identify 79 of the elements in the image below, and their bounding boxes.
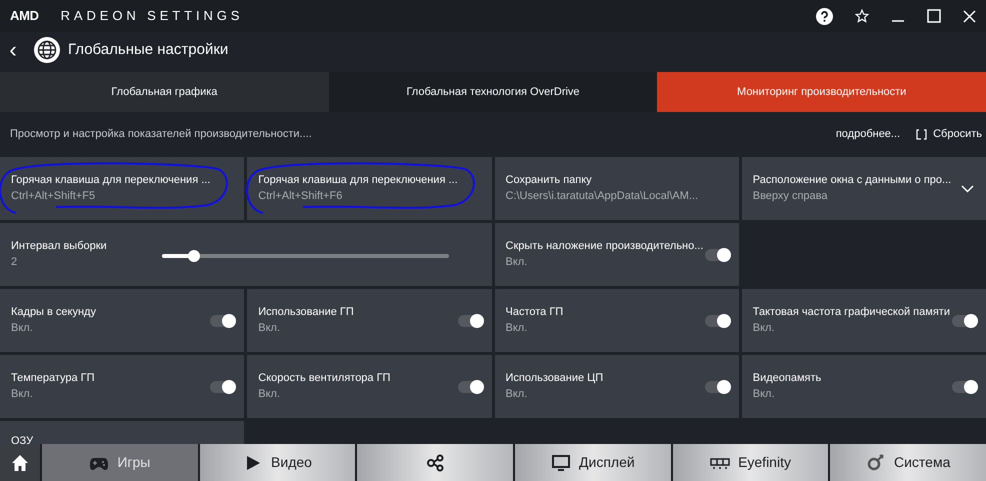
maximize-icon[interactable] — [927, 9, 941, 23]
reset-button[interactable]: Сбросить — [916, 126, 982, 143]
tile-value: Вкл. — [258, 321, 280, 336]
monitor-icon — [551, 452, 572, 472]
globe-icon — [34, 37, 60, 63]
toggle-switch[interactable] — [952, 314, 976, 326]
nav-button[interactable]: Eyefinity — [672, 444, 828, 481]
tile-label: Тактовая частота графической памяти — [752, 305, 950, 320]
toggle-switch[interactable] — [704, 314, 729, 326]
nodes-icon — [425, 452, 446, 472]
tile-value: Вкл. — [506, 321, 528, 336]
tile-label: Интервал выборки — [11, 239, 107, 254]
chevron-down-icon[interactable] — [961, 184, 974, 192]
tile-value: 2 — [11, 255, 18, 270]
tile-label: Видеопамять — [752, 371, 822, 386]
settings-tile[interactable]: Сохранить папку C:\Users\i.taratuta\AppData\Local\AM... — [494, 157, 739, 220]
nav-button[interactable] — [357, 444, 514, 481]
tile-value: Вкл. — [752, 387, 774, 402]
settings-tile[interactable]: Скорость вентилятора ГП Вкл. — [247, 355, 492, 418]
settings-tile[interactable]: Расположение окна с данными о про... Вверху справа — [742, 157, 986, 220]
tile-label: Температура ГП — [11, 371, 95, 386]
nav-button[interactable]: Игры — [42, 444, 198, 481]
toggle-switch[interactable] — [704, 380, 729, 392]
tile-value: Ctrl+Alt+Shift+F5 — [11, 189, 96, 204]
tile-label: ОЗУ — [11, 434, 34, 444]
nav-button[interactable]: Дисплей — [515, 444, 671, 481]
settings-tile[interactable]: Горячая клавиша для переключения ... Ctrl+Alt+Shift+F6 — [247, 157, 492, 220]
settings-tile[interactable]: Горячая клавиша для переключения ... Ctrl+Alt+Shift+F5 — [0, 157, 244, 220]
tile-value: Вкл. — [506, 255, 528, 270]
star-icon[interactable] — [855, 9, 869, 23]
tile-value: Вкл. — [258, 387, 280, 402]
tile-value: Вкл. — [506, 387, 528, 402]
tab[interactable]: Мониторинг производительности — [657, 72, 986, 112]
settings-tile[interactable]: Частота ГП Вкл. — [494, 289, 739, 352]
tile-value: Вкл. — [11, 321, 33, 336]
settings-tile[interactable]: Тактовая частота графической памяти Вкл. — [742, 289, 986, 352]
brand-logo: AMD — [10, 7, 39, 26]
settings-tile[interactable]: Использование ГП Вкл. — [247, 289, 492, 352]
slider-thumb[interactable] — [188, 250, 200, 262]
tab[interactable]: Глобальная графика — [0, 72, 329, 112]
tile-label: Использование ГП — [258, 305, 354, 320]
page-title: Глобальные настройки — [68, 40, 228, 60]
tile-label: Расположение окна с данными о про... — [752, 173, 952, 188]
settings-tile[interactable]: Интервал выборки 2 — [0, 223, 492, 286]
help-icon[interactable] — [816, 8, 833, 24]
settings-tile[interactable]: Кадры в секунду Вкл. — [0, 289, 244, 352]
tile-label: Горячая клавиша для переключения ... — [258, 173, 458, 188]
tile-value: Вкл. — [752, 321, 774, 336]
tile-label: Частота ГП — [506, 305, 564, 320]
nav-button[interactable]: Система — [830, 444, 986, 481]
nav-button[interactable]: Видео — [200, 444, 356, 481]
close-icon[interactable] — [963, 10, 976, 22]
nav-button[interactable] — [0, 444, 40, 481]
settings-tile[interactable]: Видеопамять Вкл. — [742, 355, 986, 418]
tile-value: Вверху справа — [752, 189, 828, 204]
toggle-switch[interactable] — [952, 380, 976, 392]
toggle-switch[interactable] — [458, 380, 482, 392]
tile-value: Вкл. — [11, 387, 33, 402]
settings-tile[interactable]: Скрыть наложение производительно... Вкл. — [494, 223, 739, 286]
tile-label: Горячая клавиша для переключения ... — [11, 173, 210, 188]
home-icon — [10, 452, 30, 472]
toggle-switch[interactable] — [210, 314, 234, 326]
tile-value: Ctrl+Alt+Shift+F6 — [258, 189, 342, 204]
tab[interactable]: Глобальная технология OverDrive — [328, 72, 658, 112]
tile-value: C:\Users\i.taratuta\AppData\Local\AM... — [506, 189, 698, 204]
window-title: RADEON SETTINGS — [60, 7, 244, 26]
description-text: Просмотр и настройка показателей производительности.... — [10, 127, 312, 142]
settings-tile[interactable]: Температура ГП Вкл. — [0, 355, 244, 418]
back-button[interactable]: ‹ — [6, 39, 20, 61]
tile-label: Скорость вентилятора ГП — [258, 371, 390, 386]
tile-label: Скрыть наложение производительно... — [506, 239, 704, 254]
toggle-switch[interactable] — [210, 380, 234, 392]
toggle-switch[interactable] — [458, 314, 482, 326]
tile-label: Кадры в секунду — [11, 305, 96, 320]
tile-label: Использование ЦП — [506, 371, 604, 386]
tile-label: Сохранить папку — [506, 173, 592, 188]
toggle-switch[interactable] — [704, 248, 729, 260]
more-link[interactable]: подробнее... — [836, 126, 900, 143]
settings-tile[interactable]: Использование ЦП Вкл. — [494, 355, 739, 418]
